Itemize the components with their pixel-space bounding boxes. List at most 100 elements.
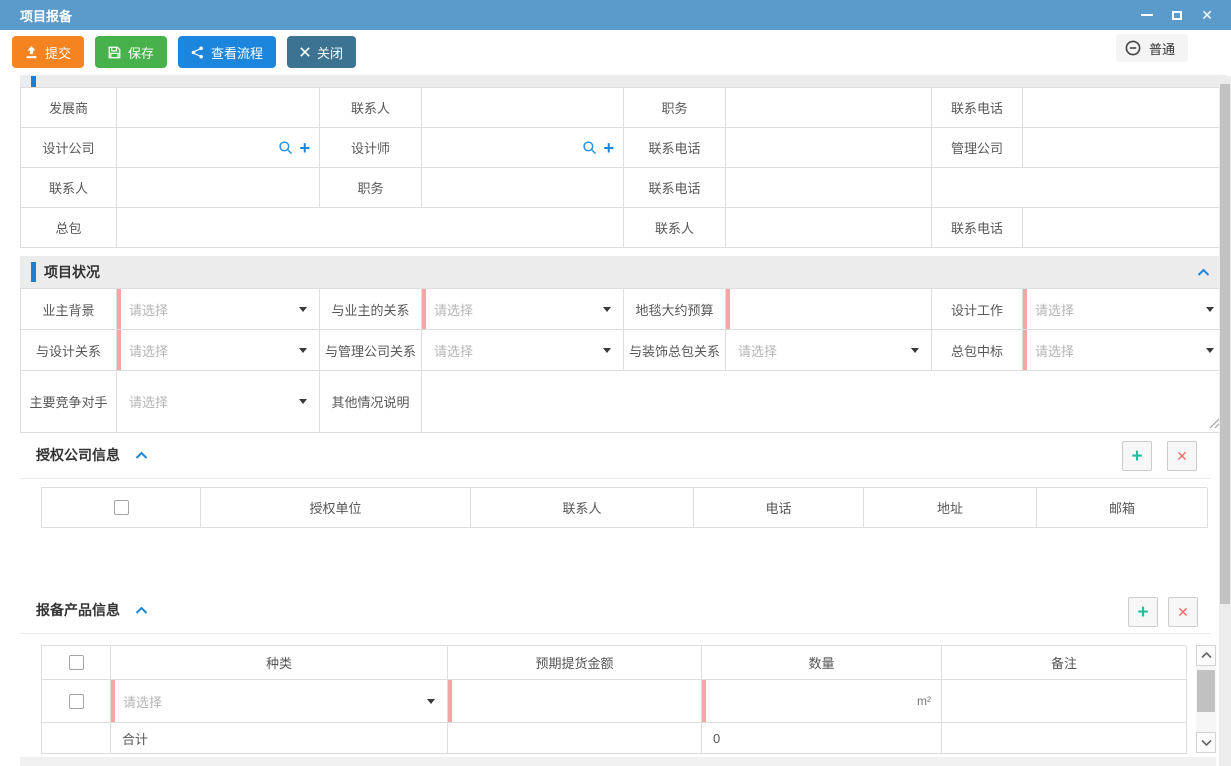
window-title: 项目报备 [20,6,1141,25]
unit-label: m² [917,694,931,708]
search-icon[interactable] [582,140,597,155]
page-scrollbar[interactable] [1219,76,1231,766]
project-status-section-header: 项目状况 [20,256,1226,288]
minimize-icon[interactable] [1141,14,1153,16]
select-all-cell [42,488,201,528]
product-col-remark: 备注 [942,646,1187,680]
add-icon[interactable]: + [299,139,310,157]
gc-phone-input[interactable] [1023,208,1227,248]
design-work-label: 设计工作 [932,289,1023,330]
dropdown-arrow-icon [299,348,307,353]
scroll-down-button[interactable] [1196,732,1216,753]
owner-background-select[interactable]: 请选择 [117,289,320,330]
design-phone-label: 联系电话 [624,128,726,168]
toolbar: 提交 保存 查看流程 关闭 普通 [0,30,1231,76]
design-relation-select[interactable]: 请选择 [117,330,320,371]
close-icon [300,47,310,57]
phone-input[interactable] [1023,88,1227,128]
submit-button[interactable]: 提交 [12,36,84,68]
mgmt-job-label: 职务 [320,168,422,208]
add-icon[interactable]: + [603,139,614,157]
select-all-checkbox[interactable] [114,500,129,515]
other-notes-textarea[interactable] [422,371,1227,433]
row-checkbox[interactable] [69,694,84,709]
authorized-company-heading: 授权公司信息 [36,445,120,465]
mgmt-company-input[interactable] [1023,128,1227,168]
add-product-button[interactable]: + [1128,597,1158,627]
close-window-icon[interactable]: ✕ [1201,8,1213,22]
mgmt-phone-label: 联系电话 [624,168,726,208]
mgmt-phone-input[interactable] [726,168,932,208]
view-flow-button[interactable]: 查看流程 [178,36,276,68]
auth-col-address: 地址 [864,488,1037,528]
carpet-budget-input[interactable] [726,289,932,330]
dropdown-arrow-icon [1206,348,1214,353]
owner-relation-select[interactable]: 请选择 [422,289,624,330]
design-company-label: 设计公司 [21,128,117,168]
gc-awarded-label: 总包中标 [932,330,1023,371]
developer-input[interactable] [117,88,320,128]
job-title-input[interactable] [726,88,932,128]
priority-button[interactable]: 普通 [1116,34,1188,62]
gc-awarded-select[interactable]: 请选择 [1023,330,1227,371]
developer-label: 发展商 [21,88,117,128]
product-section-header: 报备产品信息 [36,600,148,620]
mgmt-company-label: 管理公司 [932,128,1023,168]
delete-product-button[interactable]: ✕ [1168,597,1198,627]
mgmt-relation-label: 与管理公司关系 [320,330,422,371]
maximize-icon[interactable] [1172,11,1182,20]
collapse-section-control[interactable] [1197,268,1210,277]
chevron-up-icon[interactable] [135,606,148,615]
chevron-down-icon [1201,739,1212,746]
delete-authorized-company-button[interactable]: ✕ [1167,441,1197,471]
window-controls: ✕ [1141,8,1213,22]
page-scrollbar-thumb[interactable] [1220,84,1230,604]
select-all-checkbox[interactable] [69,655,84,670]
gc-contact-label: 联系人 [624,208,726,248]
horizontal-scroll-track[interactable] [20,757,1216,766]
quantity-input[interactable]: m² [702,680,942,723]
save-button[interactable]: 保存 [95,36,167,68]
dropdown-arrow-icon [603,348,611,353]
dropdown-arrow-icon [1206,307,1214,312]
general-contractor-input[interactable] [117,208,624,248]
dropdown-arrow-icon [911,348,919,353]
add-authorized-company-button[interactable]: + [1122,441,1152,471]
product-type-select[interactable]: 请选择 [111,680,448,723]
chevron-up-icon [1201,652,1212,659]
mgmt-job-input[interactable] [422,168,624,208]
close-button[interactable]: 关闭 [287,36,356,68]
design-phone-input[interactable] [726,128,932,168]
chevron-up-icon[interactable] [135,451,148,460]
priority-label: 普通 [1149,39,1175,58]
expected-amount-input[interactable] [448,680,702,723]
contact-input[interactable] [422,88,624,128]
mgmt-relation-select[interactable]: 请选择 [422,330,624,371]
owner-background-label: 业主背景 [21,289,117,330]
general-contractor-label: 总包 [21,208,117,248]
designer-input[interactable]: + [422,128,624,168]
circle-minus-icon [1125,40,1141,56]
other-notes-label: 其他情况说明 [320,371,422,433]
remark-input[interactable] [942,680,1187,723]
auth-col-phone: 电话 [694,488,864,528]
design-work-select[interactable]: 请选择 [1023,289,1227,330]
save-label: 保存 [128,43,154,62]
scrollbar-thumb[interactable] [1197,670,1215,712]
submit-label: 提交 [45,43,71,62]
scroll-up-button[interactable] [1196,645,1216,666]
section-accent-bar [31,262,36,282]
authorized-company-table: 授权单位 联系人 电话 地址 邮箱 [41,487,1207,528]
main-competitors-select[interactable]: 请选择 [117,371,320,433]
total-quantity: 0 [702,723,942,754]
authorized-company-section-header: 授权公司信息 [36,445,148,465]
mgmt-contact-input[interactable] [117,168,320,208]
auth-col-email: 邮箱 [1037,488,1208,528]
deco-gc-relation-select[interactable]: 请选择 [726,330,932,371]
empty-cell [448,723,702,754]
search-icon[interactable] [278,140,293,155]
design-company-input[interactable]: + [117,128,320,168]
contact-label: 联系人 [320,88,422,128]
select-all-cell [42,646,111,680]
gc-contact-input[interactable] [726,208,932,248]
